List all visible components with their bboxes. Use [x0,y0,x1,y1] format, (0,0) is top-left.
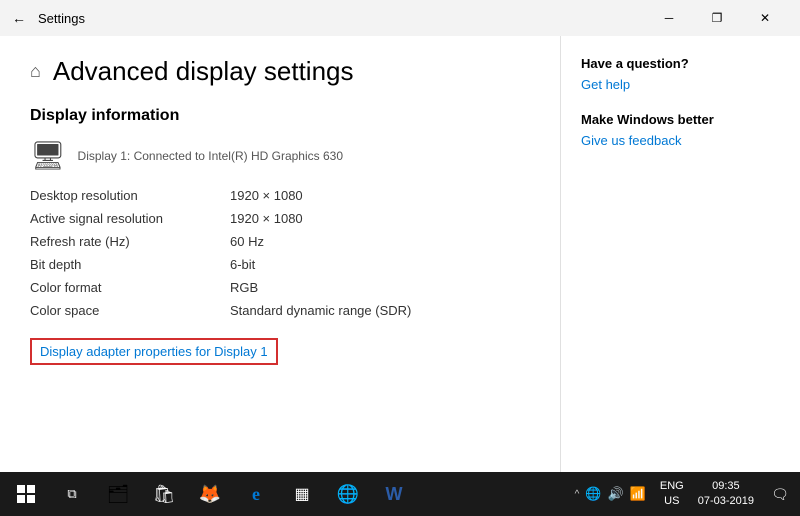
table-row: Color spaceStandard dynamic range (SDR) [30,299,530,322]
minimize-button[interactable]: ─ [646,4,692,32]
taskbar-chrome[interactable]: 🌐 [326,474,370,514]
clock-time: 09:35 [712,479,740,494]
file-explorer-icon: 🗂 [107,484,130,505]
title-bar-text: Settings [38,11,646,26]
back-button[interactable]: ← [12,10,26,26]
tray-chevron[interactable]: ^ [575,489,580,500]
taskbar-file-explorer[interactable]: 🗂 [96,474,140,514]
lang-label: ENG [660,479,684,494]
taskbar-word[interactable]: W [372,474,416,514]
taskbar-edge[interactable]: e [234,474,278,514]
word-icon: W [386,484,403,505]
table-row: Bit depth6-bit [30,253,530,276]
title-bar: ← Settings ─ ❐ ✕ [0,0,800,36]
table-row: Desktop resolution1920 × 1080 [30,184,530,207]
display-info-table: Desktop resolution1920 × 1080Active sign… [30,184,530,322]
info-label: Color format [30,276,230,299]
section-title: Display information [30,107,530,125]
taskbar-firefox[interactable]: 🦊 [188,474,232,514]
taskbar-clock[interactable]: 09:35 07-03-2019 [690,479,762,510]
main-content: ⌂ Advanced display settings Display info… [0,36,800,472]
monitor-icon: 🖥 [30,139,66,172]
display-info-row: 🖥 Display 1: Connected to Intel(R) HD Gr… [30,139,530,172]
taskbar-store[interactable]: 🛍 [142,474,186,514]
language-indicator[interactable]: ENG US [656,479,688,510]
task-view-icon: ⧉ [67,486,76,502]
right-panel: Have a question? Get help Make Windows b… [560,36,800,472]
adapter-link[interactable]: Display adapter properties for Display 1 [30,338,278,365]
info-value: 1920 × 1080 [230,184,530,207]
info-value: Standard dynamic range (SDR) [230,299,530,322]
feedback-section: Make Windows better Give us feedback [581,112,780,148]
firefox-icon: 🦊 [199,484,221,505]
info-label: Color space [30,299,230,322]
close-button[interactable]: ✕ [742,4,788,32]
help-section: Have a question? Get help [581,56,780,92]
info-value: 60 Hz [230,230,530,253]
taskbar: ⧉ 🗂 🛍 🦊 e ▦ 🌐 W ^ 🌐 🔊 📶 ENG US 09:35 07-… [0,472,800,516]
table-row: Color formatRGB [30,276,530,299]
feedback-link[interactable]: Give us feedback [581,133,780,148]
left-panel: ⌂ Advanced display settings Display info… [0,36,560,472]
table-row: Refresh rate (Hz)60 Hz [30,230,530,253]
home-icon[interactable]: ⌂ [30,61,41,82]
wifi-icon[interactable]: 📶 [630,486,646,502]
info-label: Refresh rate (Hz) [30,230,230,253]
clock-date: 07-03-2019 [698,494,754,509]
notification-icon: 🗨 [771,486,789,503]
info-value: RGB [230,276,530,299]
region-label: US [664,494,679,509]
system-tray: ^ 🌐 🔊 📶 [567,486,654,502]
get-help-link[interactable]: Get help [581,77,780,92]
window-controls: ─ ❐ ✕ [646,4,788,32]
edge-icon: e [252,484,260,505]
table-row: Active signal resolution1920 × 1080 [30,207,530,230]
maximize-button[interactable]: ❐ [694,4,740,32]
taskbar-terminal[interactable]: ▦ [280,474,324,514]
volume-icon[interactable]: 🔊 [608,486,624,502]
terminal-icon: ▦ [294,484,309,504]
feedback-title: Make Windows better [581,112,780,127]
windows-logo-icon [17,485,35,503]
help-title: Have a question? [581,56,780,71]
start-button[interactable] [4,474,48,514]
page-title: Advanced display settings [53,56,354,87]
display-name-label: Display 1: Connected to Intel(R) HD Grap… [78,149,343,163]
info-label: Bit depth [30,253,230,276]
network-icon: 🌐 [585,486,601,502]
task-view-button[interactable]: ⧉ [50,474,94,514]
chrome-icon: 🌐 [337,484,359,505]
info-label: Desktop resolution [30,184,230,207]
info-label: Active signal resolution [30,207,230,230]
page-title-row: ⌂ Advanced display settings [30,56,530,87]
notification-button[interactable]: 🗨 [764,474,796,514]
store-icon: 🛍 [153,484,176,505]
info-value: 1920 × 1080 [230,207,530,230]
info-value: 6-bit [230,253,530,276]
